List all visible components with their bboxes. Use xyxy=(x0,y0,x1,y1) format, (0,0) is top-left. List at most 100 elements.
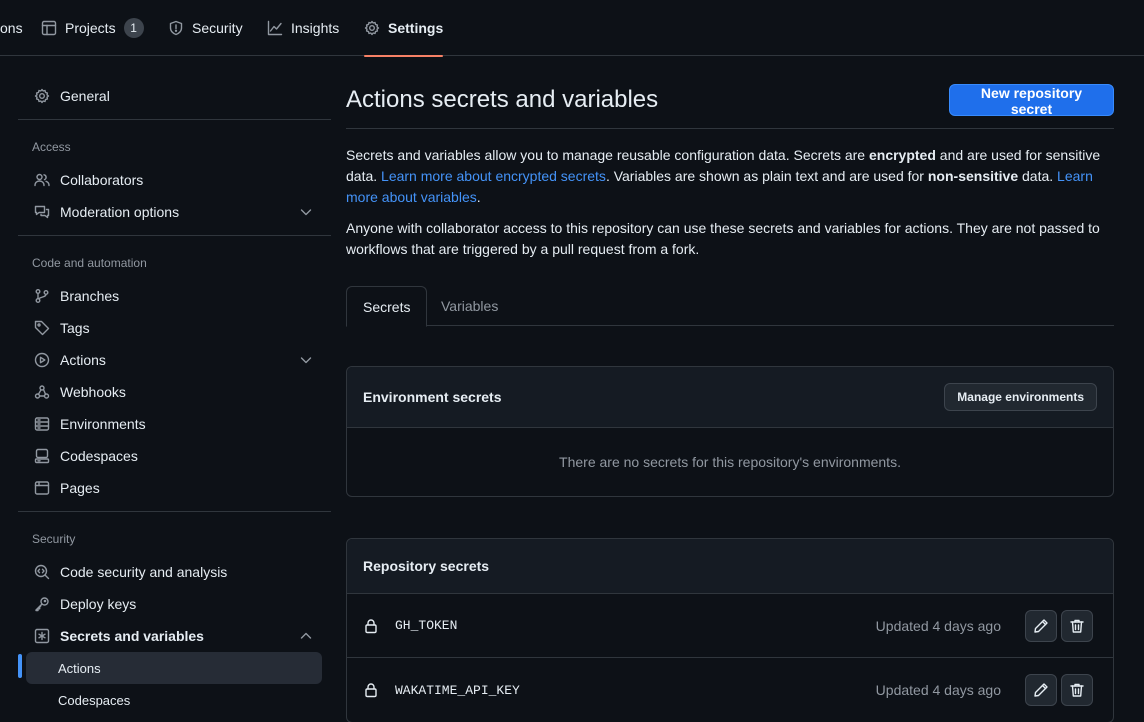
secrets-variables-tabs: Secrets Variables xyxy=(346,286,1114,327)
intro-bold-non-sensitive: non-sensitive xyxy=(927,168,1019,184)
sidebar-item-deploy-keys[interactable]: Deploy keys xyxy=(26,588,322,620)
sidebar-item-label: Code security and analysis xyxy=(60,564,228,580)
delete-secret-button[interactable] xyxy=(1061,674,1093,706)
graph-icon xyxy=(267,20,283,36)
sidebar-item-label: Collaborators xyxy=(60,172,144,188)
tab-projects[interactable]: Projects 1 xyxy=(41,0,144,56)
sidebar-item-environments[interactable]: Environments xyxy=(26,408,322,440)
git-branch-icon xyxy=(34,288,50,304)
projects-count-badge: 1 xyxy=(123,18,144,38)
table-icon xyxy=(41,20,57,36)
webhook-icon xyxy=(34,384,50,400)
sidebar-item-webhooks[interactable]: Webhooks xyxy=(26,376,322,408)
tab-security[interactable]: Security xyxy=(168,0,243,56)
secret-updated: Updated 4 days ago xyxy=(875,682,1001,698)
sidebar-item-code-security[interactable]: Code security and analysis xyxy=(26,556,322,588)
sidebar-item-label: Tags xyxy=(60,320,90,336)
edit-secret-button[interactable] xyxy=(1025,674,1057,706)
sidebar-item-label: Codespaces xyxy=(60,448,138,464)
sidebar-section-access: Access xyxy=(32,140,71,154)
collaborator-note: Anyone with collaborator access to this … xyxy=(346,220,1100,257)
tab-settings[interactable]: Settings xyxy=(364,0,444,57)
tab-label: Variables xyxy=(441,298,499,314)
tab-secrets[interactable]: Secrets xyxy=(346,286,428,327)
sidebar-item-label: Deploy keys xyxy=(60,596,137,612)
edit-secret-button[interactable] xyxy=(1025,610,1057,642)
sidebar-item-label: Moderation options xyxy=(60,204,180,220)
intro-text-part: data. xyxy=(1018,168,1058,184)
tag-icon xyxy=(34,320,50,336)
environment-secrets-empty: There are no secrets for this repository… xyxy=(559,454,901,470)
shield-icon xyxy=(168,20,184,36)
sidebar-item-actions[interactable]: Actions xyxy=(26,344,322,376)
repo-nav: ons Projects 1 Security Insights Setting… xyxy=(0,0,1144,57)
sidebar-item-label: Secrets and variables xyxy=(60,628,204,644)
new-repository-secret-button[interactable]: New repository secret xyxy=(949,84,1114,117)
page-title: Actions secrets and variables xyxy=(346,86,659,113)
key-icon xyxy=(34,596,50,612)
tab-security-label: Security xyxy=(192,20,243,36)
trash-icon xyxy=(1069,618,1085,634)
sidebar-item-label: Pages xyxy=(60,480,100,496)
browser-icon xyxy=(34,480,50,496)
tab-label: Secrets xyxy=(363,298,411,315)
delete-secret-button[interactable] xyxy=(1061,610,1093,642)
settings-sidebar: General Access Collaborators Moderation … xyxy=(18,56,331,722)
codespaces-icon xyxy=(34,448,50,464)
trash-icon xyxy=(1069,682,1085,698)
repository-secrets-header: Repository secrets xyxy=(347,539,1113,594)
sidebar-subitem-label: Actions xyxy=(58,660,101,676)
environment-secrets-header: Environment secrets Manage environments xyxy=(347,367,1113,428)
play-icon xyxy=(34,352,50,368)
gear-icon xyxy=(34,88,50,104)
server-icon xyxy=(34,416,50,432)
title-divider xyxy=(346,128,1114,129)
sidebar-item-collaborators[interactable]: Collaborators xyxy=(26,164,322,196)
sidebar-divider xyxy=(18,119,331,120)
tab-insights-label: Insights xyxy=(291,20,340,36)
main-content: Actions secrets and variables New reposi… xyxy=(346,56,1114,722)
sidebar-item-label: Branches xyxy=(60,288,120,304)
gear-icon xyxy=(364,20,380,36)
tab-actions[interactable]: ons xyxy=(0,0,23,56)
sidebar-item-pages[interactable]: Pages xyxy=(26,472,322,504)
sidebar-subitem-codespaces[interactable]: Codespaces xyxy=(26,684,322,716)
sidebar-divider xyxy=(18,235,331,236)
sidebar-item-label: General xyxy=(60,88,110,104)
secret-name: WAKATIME_API_KEY xyxy=(395,682,520,698)
lock-icon xyxy=(363,618,379,634)
learn-more-secrets-link[interactable]: Learn more about encrypted secrets xyxy=(381,168,606,184)
pencil-icon xyxy=(1033,682,1049,698)
intro-text-part: . Variables are shown as plain text and … xyxy=(605,168,928,184)
pencil-icon xyxy=(1033,618,1049,634)
secret-row: WAKATIME_API_KEY Updated 4 days ago xyxy=(347,658,1113,722)
sidebar-item-branches[interactable]: Branches xyxy=(26,280,322,312)
sidebar-item-secrets-variables[interactable]: Secrets and variables xyxy=(26,620,322,652)
sidebar-item-label: Webhooks xyxy=(60,384,126,400)
tab-insights[interactable]: Insights xyxy=(267,0,339,56)
environment-secrets-box: Environment secrets Manage environments … xyxy=(346,366,1114,497)
manage-environments-button[interactable]: Manage environments xyxy=(944,383,1097,411)
lock-icon xyxy=(363,682,379,698)
sidebar-item-tags[interactable]: Tags xyxy=(26,312,322,344)
chevron-down-icon xyxy=(298,352,314,368)
codescan-icon xyxy=(34,564,50,580)
tab-projects-label: Projects xyxy=(65,20,116,36)
intro-text-part: . xyxy=(476,189,481,205)
sidebar-subitem-label: Codespaces xyxy=(58,692,131,708)
sidebar-item-moderation-options[interactable]: Moderation options xyxy=(26,196,322,228)
intro-text: Secrets and variables allow you to manag… xyxy=(346,145,1114,208)
sidebar-item-codespaces[interactable]: Codespaces xyxy=(26,440,322,472)
intro-bold-encrypted: encrypted xyxy=(868,147,936,163)
sidebar-item-label: Actions xyxy=(60,352,106,368)
secret-row: GH_TOKEN Updated 4 days ago xyxy=(347,594,1113,658)
sidebar-item-general[interactable]: General xyxy=(26,80,322,112)
sidebar-divider xyxy=(18,511,331,512)
tab-variables[interactable]: Variables xyxy=(425,286,514,326)
sidebar-item-label: Environments xyxy=(60,416,146,432)
chevron-down-icon xyxy=(298,204,314,220)
repository-secrets-title: Repository secrets xyxy=(363,558,490,574)
asterisk-icon xyxy=(34,628,50,644)
sidebar-subitem-actions[interactable]: Actions xyxy=(26,652,322,684)
secret-updated: Updated 4 days ago xyxy=(875,617,1001,634)
